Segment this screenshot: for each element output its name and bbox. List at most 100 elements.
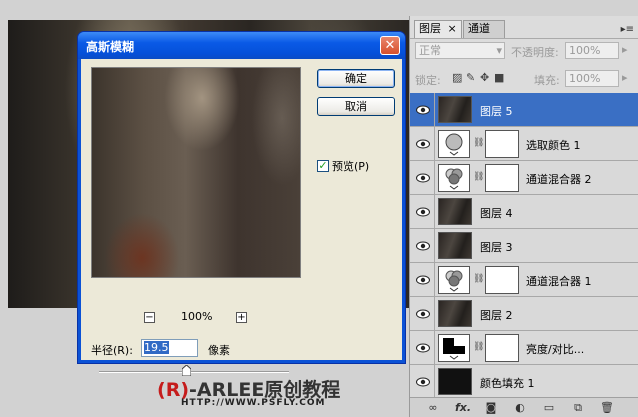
opacity-field[interactable]: 100% <box>565 42 619 59</box>
layer-name: 通道混合器 2 <box>526 173 592 186</box>
layer-row[interactable]: 颜色填充 1 <box>410 365 638 397</box>
link-icon[interactable]: ⛓ <box>473 172 484 182</box>
adjustment-icon[interactable]: ◐ <box>513 401 527 414</box>
new-layer-icon[interactable]: ⧉ <box>571 401 585 414</box>
layer-thumbnail[interactable] <box>438 232 472 259</box>
eye-icon[interactable] <box>416 139 430 149</box>
tab-channels-label: 通道 <box>468 22 490 35</box>
zoom-out-button[interactable]: − <box>144 312 155 323</box>
layer-row[interactable]: 图层 2 <box>410 297 638 331</box>
layer-name: 图层 5 <box>480 105 513 118</box>
layer-row[interactable]: 图层 5 <box>410 93 638 127</box>
layers-panel: 图层 × 通道 ▸≡ 正常 ▾ 不透明度: 100% ▸ 锁定: ▨ ✎ ✥ ■… <box>409 16 638 417</box>
opacity-label: 不透明度: <box>511 46 559 59</box>
layer-row[interactable]: ⛓ 亮度/对比... <box>410 331 638 365</box>
lock-transparency-icon[interactable]: ▨ <box>452 71 462 84</box>
watermark-url: HTTP://WWW.PSFLY.COM <box>181 398 326 408</box>
visibility-divider <box>434 365 435 397</box>
close-icon: ✕ <box>384 38 396 53</box>
layer-row[interactable]: 图层 4 <box>410 195 638 229</box>
layer-thumbnail[interactable] <box>438 368 472 395</box>
cancel-button[interactable]: 取消 <box>317 97 395 116</box>
layer-thumbnail[interactable] <box>438 96 472 123</box>
layer-row[interactable]: ⛓ 选取颜色 1 <box>410 127 638 161</box>
layer-mask-thumbnail[interactable] <box>485 130 519 158</box>
layer-mask-thumbnail[interactable] <box>485 266 519 294</box>
panel-menu-icon[interactable]: ▸≡ <box>621 24 634 35</box>
close-button[interactable]: ✕ <box>380 36 400 55</box>
link-icon[interactable]: ⛓ <box>473 138 484 148</box>
fill-value: 100% <box>569 72 601 85</box>
link-icon[interactable]: ⛓ <box>473 274 484 284</box>
radius-unit: 像素 <box>208 344 230 357</box>
preview-label[interactable]: 预览(P) <box>332 158 369 174</box>
layer-name: 图层 4 <box>480 207 513 220</box>
blend-mode-select[interactable]: 正常 ▾ <box>415 42 505 59</box>
opacity-arrow-icon[interactable]: ▸ <box>622 43 628 56</box>
radius-input[interactable]: 19.5 <box>141 339 198 357</box>
minus-icon: − <box>145 312 154 323</box>
gaussian-blur-dialog: 高斯模糊 ✕ − 100% + 确定 取消 ✓ 预览(P) 半径(R): 19.… <box>77 31 406 376</box>
eye-icon[interactable] <box>416 105 430 115</box>
layer-name: 图层 3 <box>480 241 513 254</box>
tab-channels[interactable]: 通道 <box>463 20 505 38</box>
layer-row[interactable]: 图层 3 <box>410 229 638 263</box>
folder-icon[interactable]: ▭ <box>542 401 556 414</box>
link-icon[interactable]: ⛓ <box>473 342 484 352</box>
visibility-divider <box>434 229 435 262</box>
layer-row[interactable]: ⛓ 通道混合器 1 <box>410 263 638 297</box>
layer-name: 亮度/对比... <box>526 343 585 356</box>
visibility-divider <box>434 161 435 194</box>
lock-move-icon[interactable]: ✥ <box>480 71 489 84</box>
tab-close-icon[interactable]: × <box>448 22 457 35</box>
opacity-value: 100% <box>569 44 601 57</box>
fill-label: 填充: <box>534 74 560 87</box>
zoom-in-button[interactable]: + <box>236 312 247 323</box>
fill-field[interactable]: 100% <box>565 70 619 87</box>
eye-icon[interactable] <box>416 241 430 251</box>
adjustment-icon[interactable] <box>438 130 470 158</box>
layer-thumbnail[interactable] <box>438 300 472 327</box>
layer-row[interactable]: ⛓ 通道混合器 2 <box>410 161 638 195</box>
fill-arrow-icon[interactable]: ▸ <box>622 71 628 84</box>
lock-label: 锁定: <box>415 74 441 87</box>
lock-all-icon[interactable]: ■ <box>494 71 504 84</box>
eye-icon[interactable] <box>416 309 430 319</box>
dialog-titlebar[interactable]: 高斯模糊 ✕ <box>78 32 405 59</box>
layer-name: 颜色填充 1 <box>480 377 535 390</box>
adjustment-icon[interactable] <box>438 164 470 192</box>
blend-mode-value: 正常 <box>419 44 441 57</box>
blur-preview[interactable] <box>91 67 301 278</box>
dialog-body: − 100% + 确定 取消 ✓ 预览(P) 半径(R): 19.5 像素 <box>81 59 402 376</box>
trash-icon[interactable]: 🗑 <box>600 401 614 414</box>
eye-icon[interactable] <box>416 343 430 353</box>
adjustment-icon[interactable] <box>438 334 470 362</box>
ok-button[interactable]: 确定 <box>317 69 395 88</box>
lock-brush-icon[interactable]: ✎ <box>466 71 475 84</box>
visibility-divider <box>434 195 435 228</box>
eye-icon[interactable] <box>416 275 430 285</box>
radius-label: 半径(R): <box>91 344 133 357</box>
radius-slider-track[interactable] <box>99 371 289 373</box>
layer-mask-thumbnail[interactable] <box>485 334 519 362</box>
layer-thumbnail[interactable] <box>438 198 472 225</box>
adjustment-icon[interactable] <box>438 266 470 294</box>
eye-icon[interactable] <box>416 207 430 217</box>
eye-icon[interactable] <box>416 173 430 183</box>
visibility-divider <box>434 263 435 296</box>
fx-icon[interactable]: fx. <box>455 401 471 414</box>
mask-icon[interactable]: ◙ <box>484 401 498 414</box>
layer-mask-thumbnail[interactable] <box>485 164 519 192</box>
layer-name: 通道混合器 1 <box>526 275 592 288</box>
checkmark-icon: ✓ <box>318 159 328 172</box>
visibility-divider <box>434 297 435 330</box>
tab-layers[interactable]: 图层 × <box>414 20 462 38</box>
layers-list: 图层 5 ⛓ 选取颜色 1 ⛓ 通道混合器 2 图层 4 图层 3 ⛓ 通道混合器 1 图层 2 ⛓… <box>410 93 638 397</box>
link-icon[interactable]: ∞ <box>426 401 440 414</box>
tab-divider <box>410 38 638 39</box>
plus-icon: + <box>237 312 246 323</box>
preview-checkbox[interactable]: ✓ <box>317 160 329 172</box>
eye-icon[interactable] <box>416 377 430 387</box>
radius-value: 19.5 <box>144 341 169 354</box>
layers-bottom-bar: ∞ fx. ◙ ◐ ▭ ⧉ 🗑 <box>410 397 638 417</box>
